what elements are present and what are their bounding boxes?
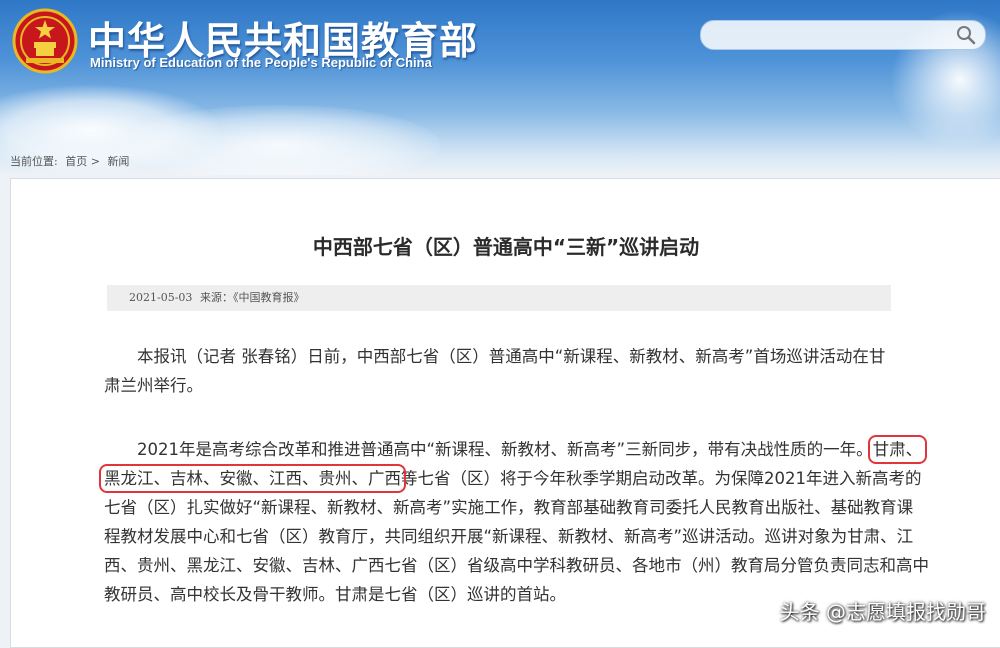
- national-emblem-icon[interactable]: [12, 8, 78, 74]
- breadcrumb-separator: >: [90, 155, 100, 168]
- paragraph-line: 程教材发展中心和七省（区）教育厅，共同组织开展“新课程、新教材、新高考”巡讲活动…: [104, 527, 914, 546]
- paragraph-text: 等七省（区）将于今年秋季学期启动改革。为保障2021年进入新高考的: [401, 469, 922, 488]
- article-panel: 中西部七省（区）普通高中“三新”巡讲启动 2021-05-03 来源：《中国教育…: [10, 178, 1000, 648]
- watermark: 头条 @志愿填报找勋哥: [779, 600, 986, 624]
- article-paragraph-1: 本报讯（记者 张春铭）日前，中西部七省（区）普通高中“新课程、新教材、新高考”首…: [104, 347, 886, 395]
- article-date: 2021-05-03: [129, 291, 193, 304]
- search-input[interactable]: [715, 25, 949, 47]
- breadcrumb: 当前位置: 首页 > 新闻: [10, 153, 129, 169]
- search-icon[interactable]: [955, 24, 977, 46]
- breadcrumb-current-link[interactable]: 新闻: [107, 155, 129, 168]
- paragraph-text: 2021年是高考综合改革和推进普通高中“新课程、新教材、新高考”三新同步，带有决…: [137, 440, 873, 459]
- article-meta: 2021-05-03 来源：《中国教育报》: [107, 285, 891, 311]
- article-source: 来源：《中国教育报》: [200, 291, 305, 304]
- breadcrumb-home-link[interactable]: 首页: [65, 155, 87, 168]
- ministry-title-en: Ministry of Education of the People's Re…: [90, 55, 432, 70]
- site-header: 中华人民共和国教育部 Ministry of Education of the …: [0, 0, 1000, 175]
- cloud-decoration: [120, 105, 440, 175]
- highlight-box: 甘肃、: [867, 435, 928, 464]
- breadcrumb-prefix: 当前位置:: [10, 155, 58, 168]
- paragraph-line: 黑龙江、吉林、安徽、江西、贵州、广西等七省（区）将于今年秋季学期启动改革。为保障…: [99, 464, 922, 493]
- search-box: [700, 20, 986, 50]
- highlight-box: 黑龙江、吉林、安徽、江西、贵州、广西: [99, 464, 406, 493]
- article-title: 中西部七省（区）普通高中“三新”巡讲启动: [312, 235, 700, 259]
- paragraph-line: 2021年是高考综合改革和推进普通高中“新课程、新教材、新高考”三新同步，带有决…: [104, 435, 928, 464]
- paragraph-line: 七省（区）扎实做好“新课程、新教材、新高考”实施工作，教育部基础教育司委托人民教…: [104, 498, 914, 517]
- paragraph-line: 西、贵州、黑龙江、安徽、吉林、广西七省（区）省级高中学科教研员、各地市（州）教育…: [104, 556, 929, 575]
- article-paragraph-2: 2021年是高考综合改革和推进普通高中“新课程、新教材、新高考”三新同步，带有决…: [99, 435, 929, 609]
